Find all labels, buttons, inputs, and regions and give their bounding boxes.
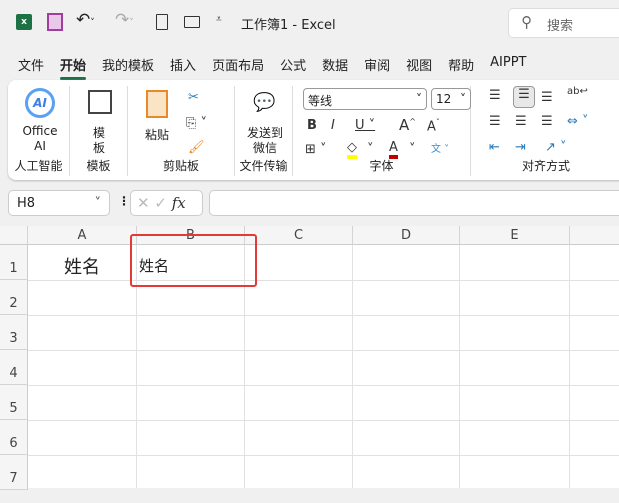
tab-review[interactable]: 审阅 <box>364 55 390 74</box>
search-box[interactable]: ⚲ 搜索 <box>508 8 619 38</box>
excel-logo-icon: x <box>16 14 32 30</box>
tab-formulas[interactable]: 公式 <box>280 55 306 74</box>
group-label: 文件传输 <box>239 159 288 173</box>
window-title: 工作簿1 - Excel <box>241 18 336 33</box>
group-font: 等线 ˅ 12 ˅ B I U ˅ A^ Aˇ ⊞ ˅ ◇ ˅ A ˅ 文 ˅ 字体 <box>293 86 471 176</box>
group-ai: AI Office AI 人工智能 <box>8 86 70 176</box>
row-header-1[interactable]: 1 <box>0 245 28 280</box>
row-header-2[interactable]: 2 <box>0 280 28 315</box>
search-icon: ⚲ <box>521 13 532 31</box>
cut-icon[interactable]: ✂ <box>188 90 199 105</box>
border-icon[interactable]: ⊞ ˅ <box>305 142 327 157</box>
new-file-icon[interactable] <box>156 14 168 30</box>
tab-data[interactable]: 数据 <box>322 55 348 74</box>
tab-page-layout[interactable]: 页面布局 <box>212 55 264 74</box>
open-folder-icon[interactable] <box>184 16 200 28</box>
increase-indent-icon[interactable]: ⇥ <box>515 140 526 155</box>
paste-icon[interactable] <box>146 90 168 118</box>
cancel-icon[interactable]: ✕ <box>137 194 150 212</box>
tab-file[interactable]: 文件 <box>18 55 44 74</box>
tab-my-templates[interactable]: 我的模板 <box>102 55 154 74</box>
tab-insert[interactable]: 插入 <box>170 55 196 74</box>
customize-toolbar-icon[interactable]: ⩡ <box>216 14 222 25</box>
orientation-icon[interactable]: ↗ ˅ <box>545 140 567 155</box>
fx-icon[interactable]: fx <box>172 194 186 212</box>
align-center-icon[interactable]: ☰ <box>515 114 527 129</box>
template-icon[interactable] <box>88 90 112 114</box>
formula-input[interactable] <box>209 190 619 216</box>
tab-home[interactable]: 开始 <box>60 55 87 80</box>
column-header-c[interactable]: C <box>245 226 353 245</box>
formula-buttons: ✕ ✓ fx <box>130 190 203 216</box>
group-label: 人工智能 <box>14 159 63 173</box>
row-header-6[interactable]: 6 <box>0 420 28 455</box>
ribbon: AI Office AI 人工智能 模板 模板 粘贴 ✂ ⎘ ˅ 🖌 剪贴板 💬… <box>8 80 619 180</box>
undo-icon[interactable]: ↶˅ <box>76 10 95 30</box>
tab-aippt[interactable]: AIPPT <box>490 55 526 74</box>
merge-center-icon[interactable]: ⇔ ˅ <box>567 114 589 129</box>
wrap-text-icon[interactable]: ab↩ <box>567 86 588 97</box>
cell-a1[interactable]: 姓名 <box>64 253 100 279</box>
group-label: 剪贴板 <box>162 159 199 173</box>
bold-icon[interactable]: B <box>307 118 317 133</box>
office-ai-button[interactable]: Office AI <box>18 124 62 154</box>
copy-icon[interactable]: ⎘ ˅ <box>186 116 207 131</box>
column-header-f[interactable] <box>570 226 619 245</box>
search-placeholder: 搜索 <box>547 19 574 34</box>
group-label: 对齐方式 <box>521 159 570 173</box>
phonetic-icon[interactable]: 文 ˅ <box>431 140 449 155</box>
underline-icon[interactable]: U ˅ <box>355 118 375 133</box>
chevron-down-icon[interactable]: ˅ <box>367 142 374 157</box>
template-button[interactable]: 模板 <box>90 126 108 156</box>
tab-help[interactable]: 帮助 <box>448 55 474 74</box>
select-all-corner[interactable] <box>0 226 28 245</box>
align-bottom-icon[interactable]: ☰ <box>541 90 553 105</box>
increase-font-icon[interactable]: A^ <box>399 116 416 134</box>
group-label: 模板 <box>86 159 111 173</box>
align-middle-icon[interactable]: ☰ <box>513 86 535 108</box>
name-box[interactable]: H8 ˅ <box>8 190 110 216</box>
group-clipboard: 粘贴 ✂ ⎘ ˅ 🖌 剪贴板 <box>128 86 235 176</box>
row-header-3[interactable]: 3 <box>0 315 28 350</box>
italic-icon[interactable]: I <box>331 118 335 133</box>
format-painter-icon[interactable]: 🖌 <box>188 140 205 155</box>
save-icon[interactable] <box>47 13 63 31</box>
ribbon-tabs: 文件 开始 我的模板 插入 页面布局 公式 数据 审阅 视图 帮助 AIPPT <box>18 55 543 80</box>
row-header-7[interactable]: 7 <box>0 455 28 490</box>
font-size-select[interactable]: 12 ˅ <box>431 88 471 110</box>
spreadsheet-grid: A B C D E 1 2 3 4 5 6 7 姓名 姓名 <box>0 226 619 490</box>
more-icon[interactable]: ⋮ <box>118 194 130 208</box>
align-top-icon[interactable]: ☰ <box>489 88 501 103</box>
tab-view[interactable]: 视图 <box>406 55 432 74</box>
align-right-icon[interactable]: ☰ <box>541 114 553 129</box>
column-header-d[interactable]: D <box>353 226 460 245</box>
align-left-icon[interactable]: ☰ <box>489 114 501 129</box>
group-file-transfer: 💬 发送到微信 文件传输 <box>235 86 293 176</box>
group-label: 字体 <box>369 159 394 173</box>
font-name-select[interactable]: 等线 ˅ <box>303 88 427 110</box>
highlight-box <box>130 234 257 287</box>
row-header-5[interactable]: 5 <box>0 385 28 420</box>
column-header-a[interactable]: A <box>28 226 137 245</box>
decrease-indent-icon[interactable]: ⇤ <box>489 140 500 155</box>
group-alignment: ☰ ☰ ☰ ab↩ ☰ ☰ ☰ ⇔ ˅ ⇤ ⇥ ↗ ˅ 对齐方式 <box>471 86 619 176</box>
group-template: 模板 模板 <box>70 86 128 176</box>
redo-icon[interactable]: ↷˅ <box>115 10 134 30</box>
chevron-down-icon[interactable]: ˅ <box>409 142 416 157</box>
wechat-icon[interactable]: 💬 <box>253 92 275 113</box>
decrease-font-icon[interactable]: Aˇ <box>427 118 440 134</box>
send-to-wechat-button[interactable]: 发送到微信 <box>243 126 287 156</box>
row-header-4[interactable]: 4 <box>0 350 28 385</box>
column-header-e[interactable]: E <box>460 226 570 245</box>
office-ai-icon[interactable]: AI <box>25 88 55 118</box>
chevron-down-icon: ˅ <box>94 196 102 211</box>
paste-button[interactable]: 粘贴 <box>142 128 172 143</box>
enter-icon[interactable]: ✓ <box>154 194 167 212</box>
